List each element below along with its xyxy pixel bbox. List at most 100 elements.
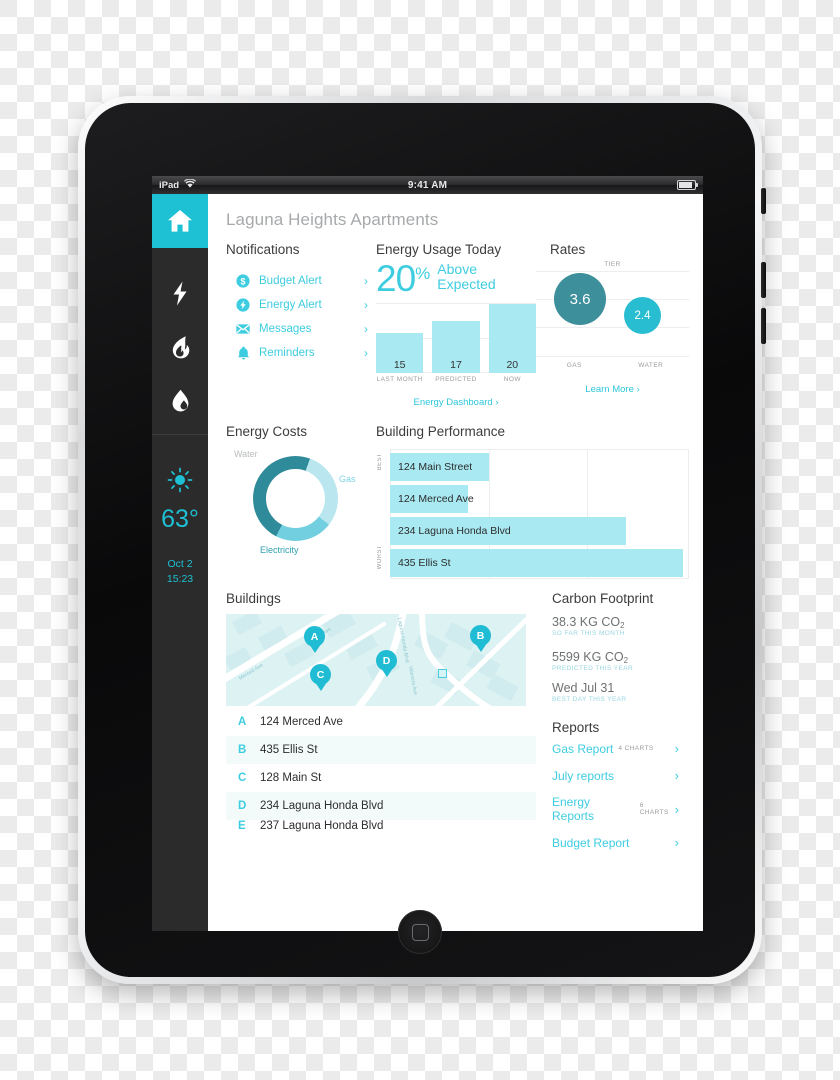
buildings-panel: Buildings Ave Merced Ave Laguna Honda Bl… <box>226 591 536 856</box>
carbon-value-text: 38.3 KG CO <box>552 615 621 630</box>
weather-widget: 63° <box>161 467 199 532</box>
volume-down-button[interactable] <box>761 308 766 344</box>
carbon-caption: PREDICTED THIS YEAR <box>552 665 634 673</box>
bolt-circle-icon <box>236 298 250 312</box>
dashboard-content: Laguna Heights Apartments Notifications <box>208 194 703 931</box>
notification-item-budget-alert[interactable]: $ Budget Alert › <box>226 269 376 293</box>
map-pin-a[interactable]: A <box>304 626 325 654</box>
building-row[interactable]: E 237 Laguna Honda Blvd <box>226 820 536 834</box>
building-address: 234 Laguna Honda Blvd <box>260 800 384 813</box>
rates-panel: Rates TIER 3.6 2.4 GAS WATER Learn More … <box>536 242 689 410</box>
chevron-right-icon: › <box>364 274 368 288</box>
usage-bar-value: 17 <box>450 359 462 372</box>
buildings-map[interactable]: Merced Ave Merced Ave Laguna Honda Blvd … <box>226 614 526 707</box>
sidebar-item-home[interactable] <box>152 194 208 248</box>
donut-label-gas: Gas <box>339 474 356 485</box>
learn-more-link[interactable]: Learn More › <box>585 384 639 395</box>
map-pin-d[interactable]: D <box>376 650 397 678</box>
report-item-july[interactable]: July reports › <box>552 762 689 789</box>
rotation-lock-button[interactable] <box>761 188 766 214</box>
rates-axis-labels: GAS WATER <box>536 362 689 369</box>
volume-up-button[interactable] <box>761 262 766 298</box>
notification-item-messages[interactable]: Messages › <box>226 317 376 341</box>
droplet-icon <box>171 389 190 413</box>
map-pin-c[interactable]: C <box>310 664 331 692</box>
energy-usage-bar-chart: 15 17 20 <box>376 303 536 374</box>
status-bar: iPad 9:41 AM <box>152 176 703 194</box>
report-item-energy[interactable]: Energy Reports 6 CHARTS › <box>552 789 689 829</box>
energy-dashboard-link[interactable]: Energy Dashboard › <box>413 397 498 408</box>
learn-more-link-wrap: Learn More › <box>536 379 689 397</box>
home-button[interactable] <box>398 910 442 954</box>
performance-bar[interactable]: 435 Ellis St <box>390 549 684 578</box>
rate-bubble-gas[interactable]: 3.6 <box>554 273 606 325</box>
energy-usage-headline: 20 % Above Expected <box>376 258 536 299</box>
building-letter: E <box>238 820 246 833</box>
sidebar-item-gas[interactable] <box>152 320 208 374</box>
map-marker-small[interactable] <box>438 669 447 679</box>
sidebar-divider <box>152 434 208 435</box>
carbon-subscript: 2 <box>623 656 629 666</box>
axis-label-worst: WORST <box>377 544 383 570</box>
temperature-value: 63° <box>161 505 199 533</box>
report-charts-count: 6 CHARTS <box>639 802 669 817</box>
carbon-footprint-title: Carbon Footprint <box>552 591 654 607</box>
performance-plot: 124 Main Street 124 Merced Ave 234 Lagun… <box>390 449 689 580</box>
notifications-title: Notifications <box>226 242 300 257</box>
energy-usage-value: 20 <box>376 258 416 299</box>
chevron-right-icon: › <box>674 768 679 784</box>
sidebar-item-water[interactable] <box>152 374 208 428</box>
map-pin-tip <box>314 682 327 692</box>
notification-label: Budget Alert <box>259 275 322 287</box>
building-letter: B <box>238 744 247 757</box>
building-row[interactable]: C 128 Main St <box>226 764 536 792</box>
building-address: 124 Merced Ave <box>260 716 343 729</box>
usage-bar-now: 20 <box>488 304 536 374</box>
building-address: 237 Laguna Honda Blvd <box>260 820 384 833</box>
report-label: Budget Report <box>552 835 630 850</box>
report-item-budget[interactable]: Budget Report › <box>552 829 689 856</box>
map-pin-tip <box>308 644 321 654</box>
energy-usage-panel: Energy Usage Today 20 % Above Expected 1… <box>376 242 536 410</box>
notification-label: Reminders <box>259 347 315 359</box>
building-row[interactable]: D 234 Laguna Honda Blvd <box>226 792 536 821</box>
notification-label: Energy Alert <box>259 299 322 311</box>
notification-item-reminders[interactable]: Reminders › <box>226 341 376 365</box>
tier-label: TIER <box>604 261 621 268</box>
report-label: Gas Report <box>552 741 614 756</box>
home-icon <box>167 209 193 233</box>
energy-costs-panel: Energy Costs Water Gas Electricity <box>226 424 376 579</box>
building-row[interactable]: B 435 Ellis St <box>226 736 536 765</box>
flame-icon <box>171 335 190 359</box>
notification-label: Messages <box>259 323 312 335</box>
usage-axis-label: PREDICTED <box>435 376 477 384</box>
performance-bar[interactable]: 124 Merced Ave <box>390 485 474 514</box>
sun-icon <box>167 467 193 498</box>
rate-bubble-water[interactable]: 2.4 <box>624 297 661 334</box>
usage-bar-last-month: 15 <box>376 333 424 374</box>
carbon-subscript: 2 <box>620 621 625 631</box>
usage-axis-labels: LAST MONTH PREDICTED NOW <box>376 376 536 383</box>
map-pin-b[interactable]: B <box>470 625 491 653</box>
chevron-right-icon: › <box>674 835 679 851</box>
sidebar: 63° Oct 2 15:23 <box>152 194 208 931</box>
usage-axis-label: NOW <box>503 376 521 384</box>
building-performance-chart: BEST WORST 124 Main Street 124 Merced Av… <box>376 449 689 580</box>
app-body: 63° Oct 2 15:23 Laguna Heights Apartment… <box>152 194 703 931</box>
chevron-right-icon: › <box>674 741 679 757</box>
carrier-label: iPad <box>159 179 180 191</box>
chevron-right-icon: › <box>674 801 679 817</box>
report-item-gas[interactable]: Gas Report 4 CHARTS › <box>552 735 689 762</box>
carbon-item-best-day: Wed Jul 31 BEST DAY THIS YEAR <box>552 681 689 703</box>
notification-item-energy-alert[interactable]: Energy Alert › <box>226 293 376 317</box>
sidebar-item-electricity[interactable] <box>152 266 208 320</box>
donut-label-electricity: Electricity <box>260 545 299 556</box>
status-left: iPad <box>159 178 197 191</box>
bolt-icon <box>172 281 188 306</box>
building-row[interactable]: A 124 Merced Ave <box>226 708 536 736</box>
performance-bar[interactable]: 234 Laguna Honda Blvd <box>390 517 627 546</box>
performance-bar[interactable]: 124 Main Street <box>390 453 489 482</box>
carbon-value-text: 5599 KG CO <box>552 650 624 665</box>
usage-bars: 15 17 20 <box>376 303 536 374</box>
carbon-value: 38.3 KG CO2 <box>552 615 689 631</box>
